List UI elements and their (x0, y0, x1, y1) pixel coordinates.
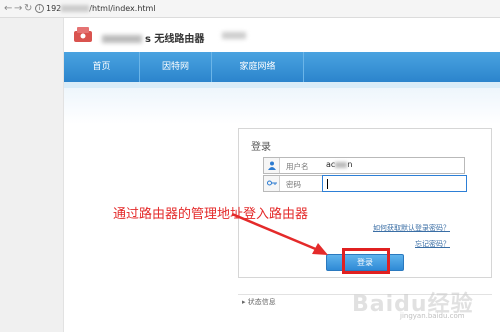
back-icon[interactable]: ← (4, 3, 12, 15)
key-icon (264, 176, 280, 191)
text-caret (327, 179, 328, 189)
forgot-password-link[interactable]: 忘记密码？ (415, 239, 450, 249)
brand-blur-extra (222, 32, 246, 39)
highlight-box (342, 248, 390, 274)
url-prefix: 192 (46, 4, 62, 13)
brand-blur (102, 35, 142, 43)
nav-item-home[interactable]: 首页 (64, 52, 140, 82)
watermark-url: jingyan.baidu.com (400, 312, 465, 320)
username-value: ac n (326, 160, 352, 169)
router-header: s 无线路由器 (64, 18, 500, 52)
main-nav: 首页 因特网 家庭网络 (64, 52, 500, 82)
nav-item-label: 家庭网络 (239, 62, 276, 72)
username-value-start: ac (326, 160, 336, 169)
password-label: 密码 (286, 180, 301, 189)
url-blur (61, 5, 90, 12)
user-icon (264, 158, 280, 173)
password-input[interactable] (322, 175, 467, 192)
annotation-text: 通过路由器的管理地址登入路由器 (113, 207, 309, 222)
content-band (64, 88, 500, 124)
login-title: 登录 (251, 142, 271, 153)
browser-address-bar: ← → ↻ i 192/html/index.html (0, 0, 500, 18)
left-margin (0, 18, 64, 332)
url-suffix: /html/index.html (89, 4, 156, 13)
brand-title: s 无线路由器 (102, 30, 204, 45)
url-field[interactable]: 192/html/index.html (46, 3, 156, 15)
default-password-link[interactable]: 如何获取默认登录密码？ (373, 223, 450, 233)
reload-icon[interactable]: ↻ (24, 3, 32, 15)
username-field[interactable]: 用户名 ac n (263, 157, 465, 174)
router-logo-icon (74, 27, 92, 42)
info-icon[interactable]: i (35, 4, 44, 13)
password-field[interactable]: 密码 (263, 175, 467, 192)
username-label: 用户名 (286, 162, 309, 171)
username-value-end: n (347, 160, 353, 169)
status-label: 状态信息 (247, 298, 276, 306)
brand-text: s 无线路由器 (145, 34, 205, 45)
forward-icon[interactable]: → (14, 3, 22, 15)
nav-item-home-network[interactable]: 家庭网络 (212, 52, 304, 82)
nav-item-internet[interactable]: 因特网 (140, 52, 212, 82)
nav-item-label: 首页 (92, 62, 111, 72)
username-blur (335, 161, 348, 168)
nav-item-label: 因特网 (161, 62, 189, 72)
